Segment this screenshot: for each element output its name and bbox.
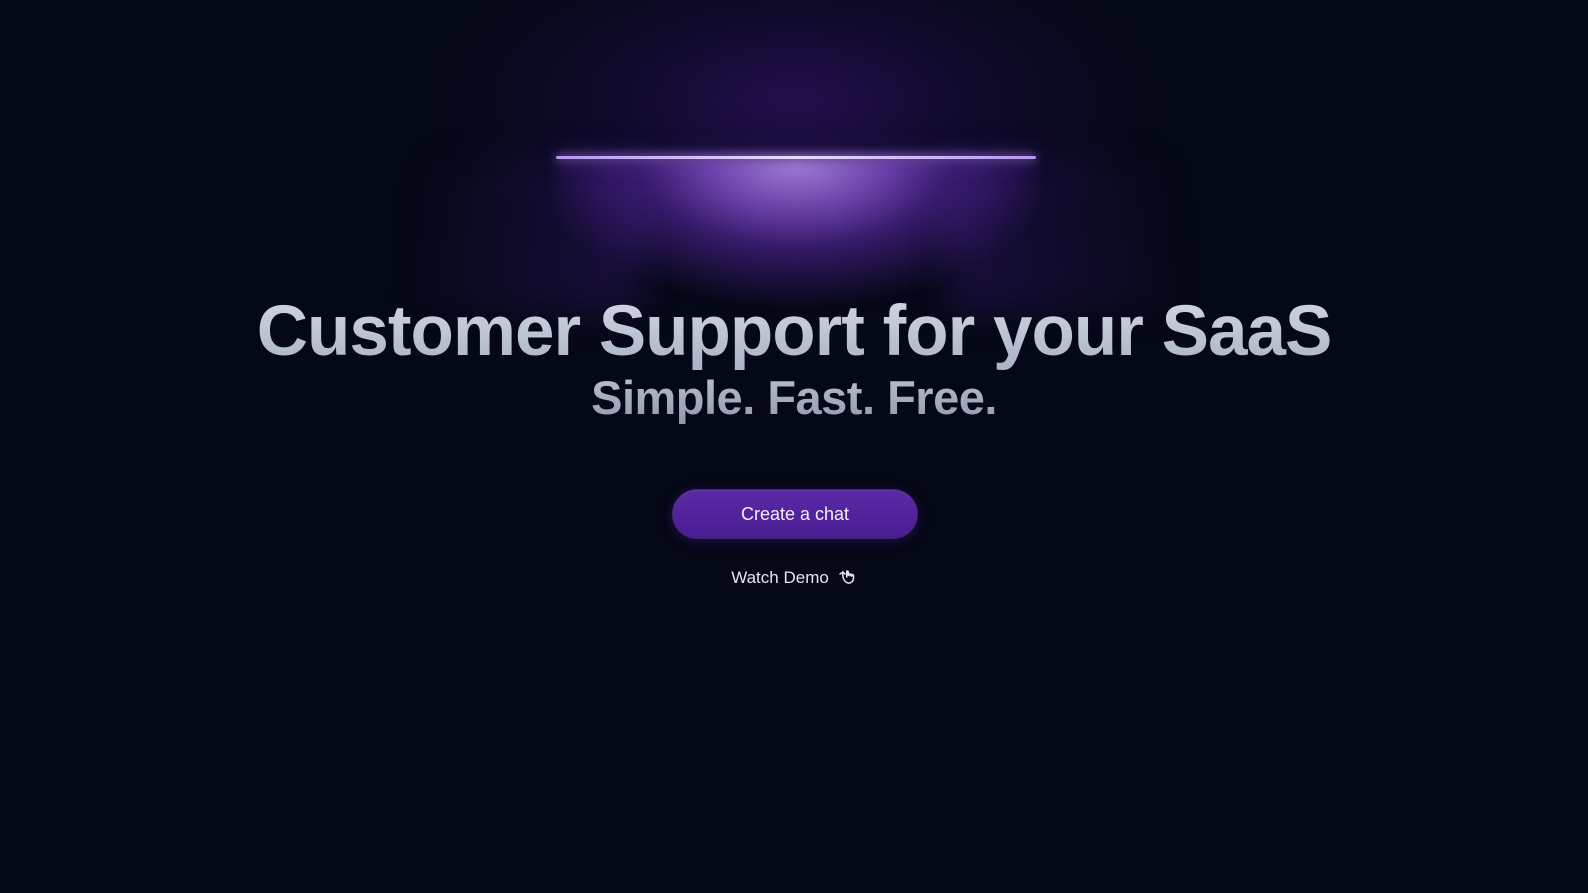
lamp-halo	[434, 0, 1154, 270]
lamp-line	[556, 156, 1036, 159]
create-chat-button[interactable]: Create a chat	[672, 489, 918, 539]
watch-demo-link[interactable]: Watch Demo	[731, 568, 857, 588]
create-chat-button-label: Create a chat	[740, 503, 850, 524]
watch-demo-label: Watch Demo	[731, 568, 829, 587]
hero-headline: Customer Support for your SaaS	[0, 290, 1588, 374]
pointing-hand-icon	[837, 568, 857, 588]
landing-page: Customer Support for your SaaS Simple. F…	[0, 0, 1588, 893]
light-beam-right	[950, 160, 1170, 310]
watch-demo-row: Watch Demo	[0, 565, 1588, 591]
hero-subheadline: Simple. Fast. Free.	[0, 370, 1588, 426]
light-beam-left	[420, 160, 640, 310]
